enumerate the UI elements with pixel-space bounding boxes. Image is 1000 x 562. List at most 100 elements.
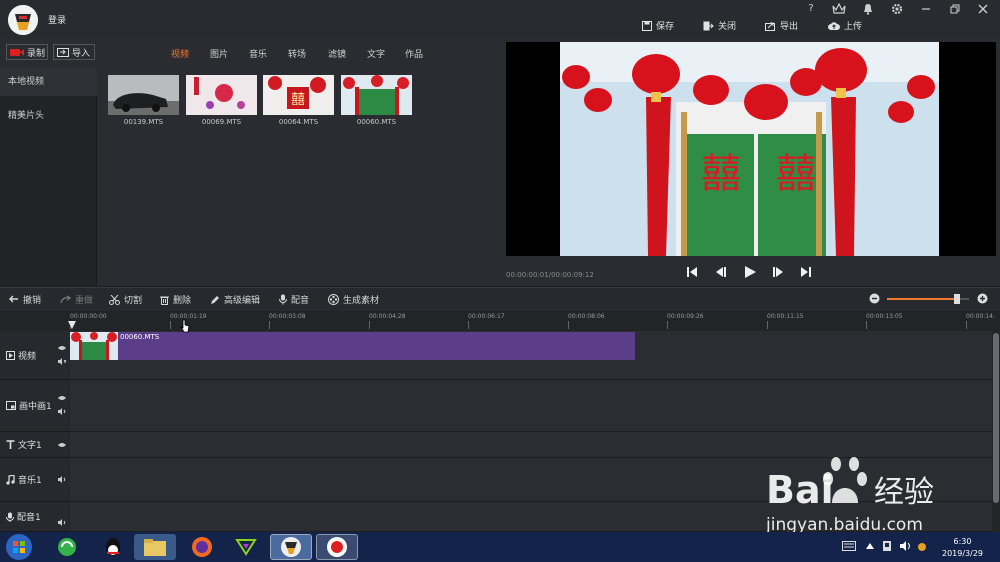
login-link[interactable]: 登录 bbox=[48, 13, 66, 26]
tab-music[interactable]: 音乐 bbox=[249, 47, 267, 60]
export-button[interactable]: 导出 bbox=[765, 19, 798, 32]
help-icon[interactable]: ? bbox=[804, 3, 818, 15]
ruler-tick-label: 00:00:00:00 bbox=[70, 313, 107, 320]
timeline-scrollbar-thumb[interactable] bbox=[993, 333, 999, 503]
upload-button[interactable]: 上传 bbox=[828, 19, 862, 32]
import-label: 导入 bbox=[72, 48, 91, 59]
speaker-icon[interactable] bbox=[58, 519, 67, 526]
tab-transition[interactable]: 转场 bbox=[288, 47, 306, 60]
preview-video[interactable]: 囍 囍 bbox=[506, 42, 996, 256]
undo-label: 撤销 bbox=[23, 296, 42, 306]
film-reel-icon bbox=[328, 294, 339, 305]
taskbar-app-browser[interactable] bbox=[46, 534, 88, 560]
ruler-tick bbox=[170, 321, 171, 329]
track-label: 音乐1 bbox=[18, 476, 42, 486]
import-button[interactable]: 导入 bbox=[53, 44, 95, 60]
export-icon bbox=[765, 22, 775, 31]
minimize-icon[interactable] bbox=[920, 3, 934, 15]
speaker-muted-icon[interactable] bbox=[58, 358, 67, 365]
app-logo[interactable] bbox=[8, 5, 38, 35]
tab-works[interactable]: 作品 bbox=[405, 47, 423, 60]
track-label: 文字1 bbox=[18, 441, 42, 451]
volume-tray-icon[interactable] bbox=[900, 541, 912, 551]
media-thumbnail[interactable] bbox=[186, 75, 257, 115]
save-icon bbox=[642, 20, 652, 31]
edit-toolbar bbox=[0, 287, 1000, 311]
delete-button[interactable]: 删除 bbox=[160, 293, 191, 306]
timeline-scrollbar[interactable] bbox=[992, 331, 1000, 532]
save-button[interactable]: 保存 bbox=[642, 19, 674, 32]
ruler-tick-label: 00:00:14: bbox=[966, 313, 995, 320]
generate-material-button[interactable]: 生成素材 bbox=[328, 293, 379, 306]
taskbar-app-explorer[interactable] bbox=[134, 534, 176, 560]
tab-video[interactable]: 视频 bbox=[171, 47, 189, 60]
tab-text[interactable]: 文字 bbox=[367, 47, 385, 60]
gear-icon[interactable] bbox=[891, 3, 905, 15]
mouse-cursor bbox=[180, 319, 190, 333]
play-icon[interactable] bbox=[744, 265, 756, 279]
media-thumbnail[interactable] bbox=[108, 75, 179, 115]
track-label: 视频 bbox=[18, 351, 37, 362]
next-frame-icon[interactable] bbox=[771, 265, 785, 279]
cloud-upload-icon bbox=[828, 21, 840, 30]
close-icon[interactable] bbox=[977, 3, 991, 15]
taskbar-clock[interactable]: 6:30 2019/3/29 bbox=[930, 536, 995, 560]
start-button[interactable] bbox=[4, 533, 34, 561]
tab-image[interactable]: 图片 bbox=[210, 47, 228, 60]
eye-icon[interactable] bbox=[58, 442, 66, 448]
undo-icon bbox=[9, 295, 18, 303]
tray-expand-icon[interactable] bbox=[866, 543, 874, 549]
taskbar-app-qq[interactable] bbox=[92, 534, 134, 560]
taskbar-app-firefox[interactable] bbox=[181, 534, 223, 560]
speaker-icon[interactable] bbox=[58, 476, 67, 483]
eye-icon[interactable] bbox=[58, 395, 66, 401]
close-project-button[interactable]: 关闭 bbox=[703, 19, 736, 32]
zoom-slider[interactable] bbox=[887, 294, 969, 304]
save-label: 保存 bbox=[656, 22, 675, 32]
track-header-video[interactable]: 视频 bbox=[0, 331, 70, 380]
clip-name: 00060.MTS bbox=[120, 333, 160, 341]
taskbar-app-media[interactable] bbox=[225, 534, 267, 560]
skip-to-end-icon[interactable] bbox=[800, 265, 812, 279]
camera-icon bbox=[10, 48, 24, 56]
track-header-pip[interactable]: 画中画1 bbox=[0, 380, 70, 432]
scissors-icon bbox=[109, 294, 120, 305]
ruler-tick-label: 00:00:11:15 bbox=[767, 313, 804, 320]
taskbar-app-recorder[interactable] bbox=[316, 534, 358, 560]
media-filename: 00060.MTS bbox=[356, 118, 397, 126]
trash-icon bbox=[160, 296, 169, 305]
media-thumbnail[interactable] bbox=[341, 75, 412, 115]
bell-icon[interactable] bbox=[862, 3, 876, 15]
redo-button[interactable]: 重做 bbox=[60, 293, 93, 306]
keyboard-tray-icon[interactable] bbox=[842, 541, 856, 551]
nav-local-video[interactable]: 本地视频 bbox=[0, 68, 97, 96]
speaker-icon[interactable] bbox=[58, 408, 67, 415]
record-button[interactable]: 录制 bbox=[6, 44, 48, 60]
ruler-tick bbox=[568, 321, 569, 329]
undo-button[interactable]: 撤销 bbox=[9, 293, 41, 306]
dub-button[interactable]: 配音 bbox=[279, 293, 309, 306]
advanced-edit-button[interactable]: 高级编辑 bbox=[210, 293, 260, 306]
skip-to-start-icon[interactable] bbox=[686, 265, 698, 279]
timeline-ruler[interactable] bbox=[70, 311, 1000, 331]
track-lane-pip[interactable] bbox=[70, 380, 992, 432]
playhead-marker[interactable] bbox=[68, 321, 76, 331]
zoom-in-icon[interactable] bbox=[977, 293, 988, 304]
device-tray-icon[interactable] bbox=[882, 540, 892, 552]
previous-frame-icon[interactable] bbox=[714, 265, 728, 279]
vip-icon[interactable] bbox=[832, 3, 846, 15]
tab-filter[interactable]: 滤镜 bbox=[328, 47, 346, 60]
eye-icon[interactable] bbox=[58, 345, 66, 351]
ruler-tick-label: 00:00:04:28 bbox=[369, 313, 406, 320]
taskbar-app-video-editor[interactable] bbox=[270, 534, 312, 560]
track-label: 画中画1 bbox=[19, 402, 52, 412]
media-thumbnail[interactable]: 囍 bbox=[263, 75, 334, 115]
track-header-voice[interactable]: 配音1 bbox=[0, 502, 70, 532]
text-track-icon bbox=[6, 440, 15, 449]
nav-intro-clips[interactable]: 精美片头 bbox=[0, 102, 97, 130]
zoom-slider-handle[interactable] bbox=[953, 294, 960, 304]
zoom-out-icon[interactable] bbox=[869, 293, 880, 304]
network-tray-icon[interactable] bbox=[917, 542, 927, 552]
restore-icon[interactable] bbox=[949, 3, 963, 15]
cut-button[interactable]: 切割 bbox=[109, 293, 142, 306]
